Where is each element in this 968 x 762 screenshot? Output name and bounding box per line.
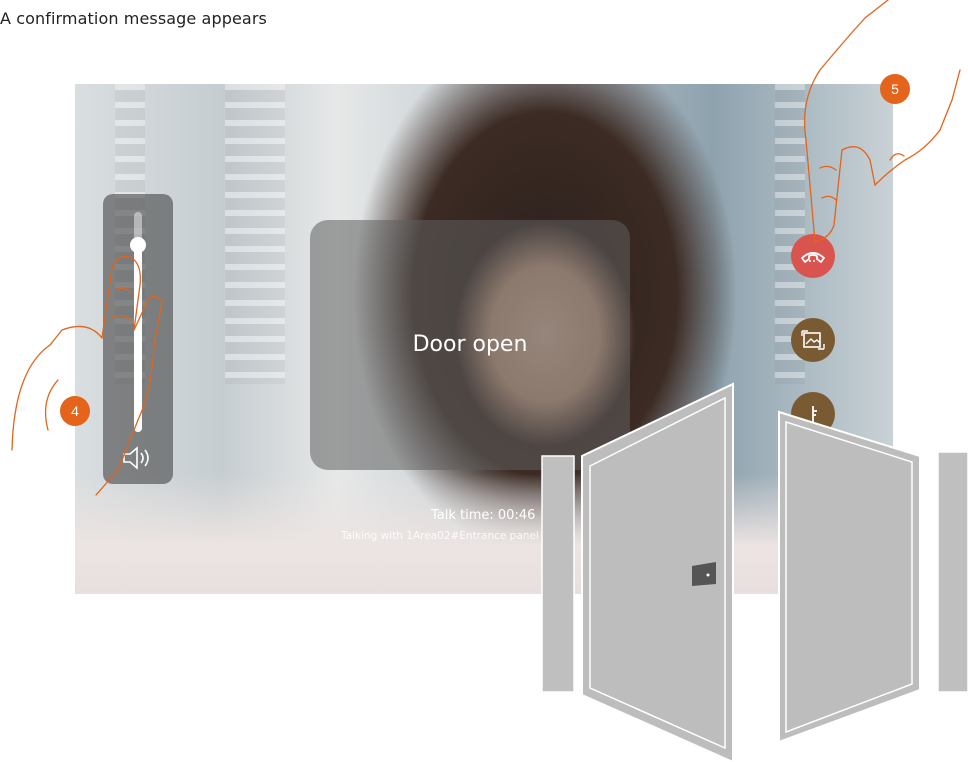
video-intercom-screen: Door open Talk time: 00:46 Talking with … (75, 84, 893, 594)
volume-knob[interactable] (130, 237, 146, 253)
snapshot-button[interactable] (791, 318, 835, 362)
volume-track[interactable] (130, 212, 146, 432)
lock-key-icon (812, 406, 817, 422)
step-badge-4: 4 (60, 396, 90, 426)
door-frame-right (937, 451, 968, 693)
volume-slider-panel[interactable] (103, 194, 173, 484)
hang-up-icon (801, 252, 825, 263)
page-caption: A confirmation message appears (0, 9, 267, 28)
end-call-button[interactable] (791, 234, 835, 278)
image-icon (801, 330, 825, 350)
talking-with-label: Talking with 1Area02#Entrance panel 10 (341, 530, 556, 542)
background-window (225, 84, 285, 384)
door-lock-button[interactable] (791, 392, 835, 436)
confirmation-message-box: Door open (310, 220, 630, 470)
talk-time-label: Talk time: 00:46 (431, 508, 536, 523)
confirmation-message: Door open (412, 332, 528, 357)
step-badge-5: 5 (880, 74, 910, 104)
volume-fill (134, 245, 142, 432)
speaker-icon (123, 446, 149, 470)
